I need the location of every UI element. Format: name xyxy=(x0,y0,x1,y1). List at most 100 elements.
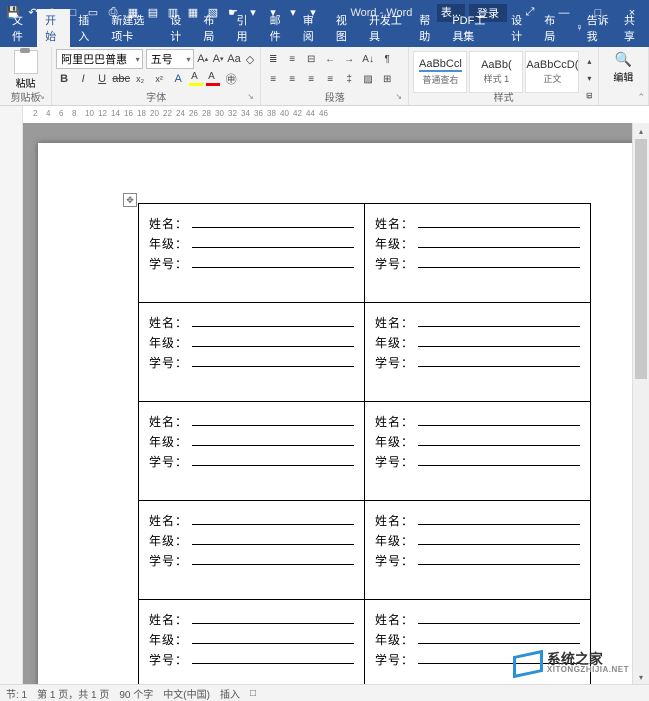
italic-icon[interactable]: I xyxy=(75,71,91,87)
superscript-icon[interactable]: x² xyxy=(151,71,167,87)
table-cell[interactable]: 姓名：年级：学号： xyxy=(139,600,365,686)
bold-icon[interactable]: B xyxy=(56,71,72,87)
clear-format-icon[interactable]: ◇ xyxy=(244,51,256,67)
field-line[interactable] xyxy=(192,551,354,565)
status-page[interactable]: 第 1 页，共 1 页 xyxy=(37,686,109,701)
change-case-icon[interactable]: Aa xyxy=(227,51,240,67)
table-cell[interactable]: 姓名：年级：学号： xyxy=(139,501,365,600)
table-cell[interactable]: 姓名：年级：学号： xyxy=(365,204,591,303)
field-line[interactable] xyxy=(418,313,580,327)
field-line[interactable] xyxy=(192,531,354,545)
find-icon[interactable]: 🔍 xyxy=(613,49,633,69)
field-line[interactable] xyxy=(418,234,580,248)
field-line[interactable] xyxy=(418,551,580,565)
field-line[interactable] xyxy=(418,650,580,664)
status-section[interactable]: 节: 1 xyxy=(6,686,27,701)
vertical-scrollbar[interactable]: ▴ ▾ xyxy=(632,123,649,685)
font-size-combo[interactable]: 五号 xyxy=(146,49,194,69)
tab-insert[interactable]: 插入 xyxy=(70,9,103,47)
table-cell[interactable]: 姓名：年级：学号： xyxy=(365,303,591,402)
table-cell[interactable]: 姓名：年级：学号： xyxy=(365,402,591,501)
multilevel-icon[interactable]: ⊟ xyxy=(303,51,319,67)
align-right-icon[interactable]: ≡ xyxy=(303,71,319,87)
tab-references[interactable]: 引用 xyxy=(228,9,261,47)
clipboard-dialog-launcher[interactable]: ↘ xyxy=(37,91,49,103)
field-line[interactable] xyxy=(192,333,354,347)
field-line[interactable] xyxy=(418,432,580,446)
document-canvas[interactable]: 姓名：年级：学号：姓名：年级：学号：姓名：年级：学号：姓名：年级：学号：姓名：年… xyxy=(23,123,632,685)
decrease-indent-icon[interactable]: ← xyxy=(322,51,338,67)
field-line[interactable] xyxy=(192,630,354,644)
shrink-font-icon[interactable]: A▾ xyxy=(212,51,224,67)
style-item-2[interactable]: AaBb( 样式 1 xyxy=(469,51,523,93)
field-line[interactable] xyxy=(418,610,580,624)
underline-icon[interactable]: U xyxy=(94,71,110,87)
status-language[interactable]: 中文(中国) xyxy=(163,686,210,701)
field-line[interactable] xyxy=(418,214,580,228)
subscript-icon[interactable]: x₂ xyxy=(132,71,148,87)
field-line[interactable] xyxy=(192,234,354,248)
styles-dialog-launcher[interactable]: ↘ xyxy=(584,91,596,103)
font-dialog-launcher[interactable]: ↘ xyxy=(246,91,258,103)
field-line[interactable] xyxy=(192,511,354,525)
paste-button[interactable]: 粘贴 xyxy=(14,49,38,90)
scroll-thumb[interactable] xyxy=(635,139,647,379)
show-marks-icon[interactable]: ¶ xyxy=(379,51,395,67)
field-line[interactable] xyxy=(192,353,354,367)
table-move-handle[interactable] xyxy=(123,193,137,207)
collapse-ribbon-icon[interactable]: ⌃ xyxy=(637,92,645,103)
field-line[interactable] xyxy=(192,254,354,268)
field-line[interactable] xyxy=(418,254,580,268)
grow-font-icon[interactable]: A▴ xyxy=(197,51,209,67)
field-line[interactable] xyxy=(192,610,354,624)
style-item-1[interactable]: AaBbCcl 普通查右 xyxy=(413,51,467,93)
styles-row-down-icon[interactable]: ▾ xyxy=(581,70,597,86)
tell-me[interactable]: ♀ 告诉我 xyxy=(569,9,615,47)
styles-row-up-icon[interactable]: ▴ xyxy=(581,53,597,69)
tab-design[interactable]: 设计 xyxy=(162,9,195,47)
field-line[interactable] xyxy=(418,511,580,525)
field-line[interactable] xyxy=(192,650,354,664)
strike-icon[interactable]: abc xyxy=(113,71,129,87)
tab-home[interactable]: 开始 xyxy=(37,9,70,47)
scroll-down-icon[interactable]: ▾ xyxy=(633,669,649,685)
tab-help[interactable]: 帮助 xyxy=(411,9,444,47)
numbering-icon[interactable]: ≡ xyxy=(284,51,300,67)
field-line[interactable] xyxy=(418,333,580,347)
tab-file[interactable]: 文件 xyxy=(4,9,37,47)
shading-icon[interactable]: ▨ xyxy=(360,71,376,87)
vertical-ruler[interactable] xyxy=(0,123,23,685)
field-line[interactable] xyxy=(418,630,580,644)
tab-table-design[interactable]: 设计 xyxy=(503,9,536,47)
tab-pdf[interactable]: PDF工具集 xyxy=(444,9,503,47)
tab-view[interactable]: 视图 xyxy=(328,9,361,47)
field-line[interactable] xyxy=(192,313,354,327)
tab-table-layout[interactable]: 布局 xyxy=(536,9,569,47)
tab-developer[interactable]: 开发工具 xyxy=(361,9,411,47)
field-line[interactable] xyxy=(418,412,580,426)
highlight-icon[interactable] xyxy=(189,72,203,86)
bullets-icon[interactable]: ≣ xyxy=(265,51,281,67)
justify-icon[interactable]: ≡ xyxy=(322,71,338,87)
table-cell[interactable]: 姓名：年级：学号： xyxy=(139,402,365,501)
sort-icon[interactable]: A↓ xyxy=(360,51,376,67)
scroll-up-icon[interactable]: ▴ xyxy=(633,123,649,139)
table-cell[interactable]: 姓名：年级：学号： xyxy=(365,600,591,686)
paragraph-dialog-launcher[interactable]: ↘ xyxy=(394,91,406,103)
field-line[interactable] xyxy=(192,452,354,466)
document-table[interactable]: 姓名：年级：学号：姓名：年级：学号：姓名：年级：学号：姓名：年级：学号：姓名：年… xyxy=(138,203,591,685)
status-track-changes[interactable]: □ xyxy=(250,688,256,699)
tab-newtab[interactable]: 新建选项卡 xyxy=(103,9,162,47)
table-cell[interactable]: 姓名：年级：学号： xyxy=(139,204,365,303)
line-spacing-icon[interactable]: ‡ xyxy=(341,71,357,87)
font-color-icon[interactable] xyxy=(206,72,220,86)
field-line[interactable] xyxy=(192,214,354,228)
tab-layout[interactable]: 布局 xyxy=(195,9,228,47)
status-insert-mode[interactable]: 插入 xyxy=(220,686,240,701)
field-line[interactable] xyxy=(418,531,580,545)
align-center-icon[interactable]: ≡ xyxy=(284,71,300,87)
align-left-icon[interactable]: ≡ xyxy=(265,71,281,87)
tab-mailings[interactable]: 邮件 xyxy=(262,9,295,47)
text-effects-icon[interactable]: A xyxy=(170,71,186,87)
field-line[interactable] xyxy=(192,412,354,426)
